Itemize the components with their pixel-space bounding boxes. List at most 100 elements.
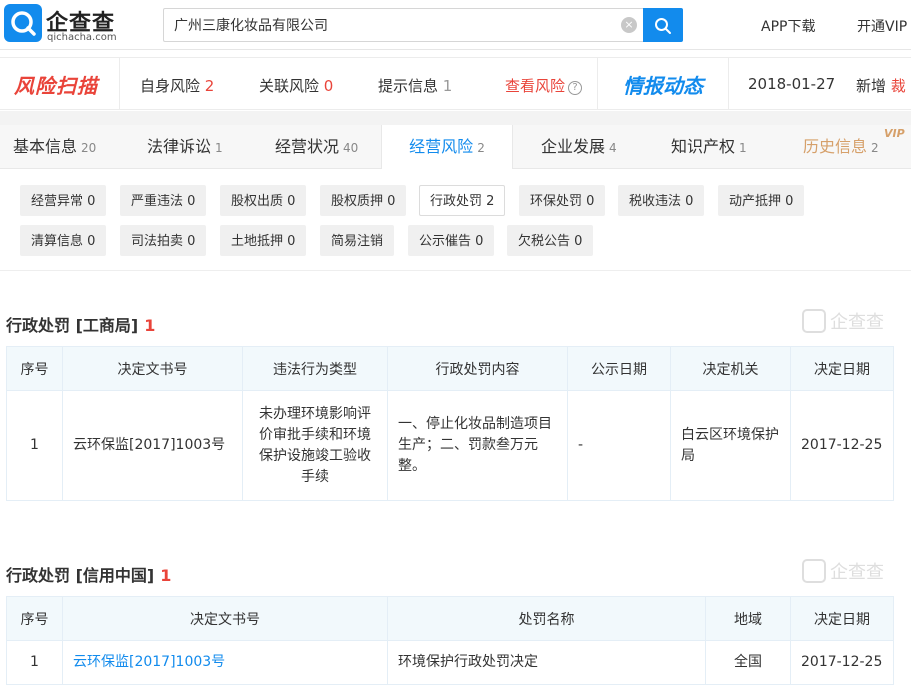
tab-count: 20 (81, 141, 97, 155)
tab-development[interactable]: 企业发展 4 (541, 125, 617, 169)
logo-domain: qichacha.com (47, 32, 117, 43)
column-header: 序号 (6, 596, 63, 641)
tab-label: 法律诉讼 (147, 137, 212, 156)
hint-info-link[interactable]: 提示信息 1 (378, 75, 452, 96)
filter-chip[interactable]: 清算信息 0 (20, 225, 107, 256)
watermark-text: 企查查 (830, 312, 884, 333)
app-download-link[interactable]: APP下载 (761, 16, 815, 36)
intel-new-item[interactable]: 新增 裁 (856, 75, 906, 96)
filter-chip[interactable]: 简易注销 (320, 225, 395, 256)
column-header: 地域 (705, 596, 791, 641)
vip-badge: VIP (884, 127, 905, 140)
filter-chip[interactable]: 环保处罚 0 (519, 185, 606, 216)
intel-dynamics-logo: 情报动态 (623, 74, 703, 98)
related-risk-label: 关联风险 (259, 77, 320, 95)
hint-info-count: 1 (442, 77, 453, 95)
check-risk-label: 查看风险 (505, 77, 566, 95)
penalty-name: 环境保护行政处罚决定 (387, 640, 706, 685)
filter-chip[interactable]: 股权质押 0 (320, 185, 407, 216)
filter-chip[interactable]: 司法拍卖 0 (120, 225, 207, 256)
watermark-text: 企查查 (830, 562, 884, 583)
tab-litigation[interactable]: 法律诉讼 1 (147, 125, 223, 169)
divider (728, 58, 729, 110)
watermark-icon (802, 559, 826, 583)
doc-number-link[interactable]: 云环保监[2017]1003号 (62, 640, 388, 685)
penalty-table-credit-china: 序号 决定文书号 处罚名称 地域 决定日期 1 云环保监[2017]1003号 … (6, 596, 894, 685)
filter-chip-active[interactable]: 行政处罚 2 (419, 185, 506, 216)
penalty-content: 一、停止化妆品制造项目生产；二、罚款叁万元整。 (387, 390, 568, 501)
doc-number: 云环保监[2017]1003号 (62, 390, 243, 501)
row-number: 1 (6, 390, 63, 501)
self-risk-count: 2 (204, 77, 215, 95)
section-count: 1 (144, 316, 156, 335)
check-risk-link[interactable]: 查看风险? (505, 75, 583, 96)
filter-chip[interactable]: 经营异常 0 (20, 185, 107, 216)
table-row: 1 云环保监[2017]1003号 环境保护行政处罚决定 全国 2017-12-… (6, 640, 894, 685)
section-title-text: 行政处罚 [工商局] (6, 316, 139, 335)
filter-chip[interactable]: 税收违法 0 (618, 185, 705, 216)
filter-chip[interactable]: 股权出质 0 (220, 185, 307, 216)
search-button[interactable] (643, 8, 683, 42)
tab-label: 经营状况 (275, 137, 340, 156)
risk-scan-logo: 风险扫描 (14, 74, 98, 98)
tab-history[interactable]: 历史信息 2 (803, 125, 879, 169)
publish-date: - (567, 390, 671, 501)
tab-label: 知识产权 (671, 137, 736, 156)
site-logo[interactable]: 企查查 qichacha.com (4, 4, 124, 44)
tab-ip[interactable]: 知识产权 1 (671, 125, 747, 169)
main-tabs: 基本信息 20 法律诉讼 1 经营状况 40 经营风险 2 企业发展 4 知识产权 1 历史… (0, 125, 911, 170)
section-title-aic: 行政处罚 [工商局] 1 (6, 312, 155, 336)
watermark-logo: 企查查 (802, 308, 892, 334)
column-header: 决定文书号 (62, 346, 243, 391)
column-header: 决定日期 (790, 596, 894, 641)
tab-label: 经营风险 (409, 137, 474, 156)
filter-chip[interactable]: 动产抵押 0 (718, 185, 805, 216)
table-row: 1 云环保监[2017]1003号 未办理环境影响评价审批手续和环境保护设施竣工… (6, 390, 894, 501)
logo-q-icon (4, 4, 42, 42)
risk-filters: 经营异常 0 严重违法 0 股权出质 0 股权质押 0 行政处罚 2 环保处罚 … (0, 169, 911, 271)
tab-basic-info[interactable]: 基本信息 20 (13, 125, 96, 169)
risk-scan-bar: 风险扫描 自身风险 2 关联风险 0 提示信息 1 查看风险? 情报动态 201… (0, 57, 911, 110)
intel-new-label: 新增 (856, 77, 887, 95)
clear-icon[interactable]: × (621, 17, 637, 33)
divider (119, 58, 120, 110)
tab-label: 基本信息 (13, 137, 78, 156)
related-risk-count: 0 (323, 77, 334, 95)
open-vip-link[interactable]: 开通VIP (857, 16, 907, 36)
column-header: 决定机关 (670, 346, 791, 391)
tab-business-risk[interactable]: 经营风险 2 (381, 125, 513, 170)
tab-label: 企业发展 (541, 137, 606, 156)
tab-business-status[interactable]: 经营状况 40 (275, 125, 358, 169)
column-header: 行政处罚内容 (387, 346, 568, 391)
column-header: 决定日期 (790, 346, 894, 391)
watermark-logo: 企查查 (802, 558, 892, 584)
intel-date: 2018-01-27 (748, 75, 836, 93)
watermark-icon (802, 309, 826, 333)
decision-authority: 白云区环境保护局 (670, 390, 791, 501)
search-input[interactable] (174, 9, 614, 41)
row-number: 1 (6, 640, 63, 685)
self-risk-link[interactable]: 自身风险 2 (140, 75, 214, 96)
filter-chip[interactable]: 公示催告 0 (408, 225, 495, 256)
divider (597, 58, 598, 110)
column-header: 公示日期 (567, 346, 671, 391)
region: 全国 (705, 640, 791, 685)
column-header: 违法行为类型 (242, 346, 388, 391)
filter-chip[interactable]: 严重违法 0 (120, 185, 207, 216)
violation-type: 未办理环境影响评价审批手续和环境保护设施竣工验收手续 (242, 390, 388, 501)
related-risk-link[interactable]: 关联风险 0 (259, 75, 333, 96)
tab-count: 1 (739, 141, 747, 155)
tab-count: 4 (609, 141, 617, 155)
search-box: × (163, 8, 643, 42)
top-header: 企查查 qichacha.com × APP下载 开通VIP (0, 0, 911, 50)
tab-count: 1 (215, 141, 223, 155)
table-header-row: 序号 决定文书号 处罚名称 地域 决定日期 (6, 596, 894, 641)
section-title-credit-china: 行政处罚 [信用中国] 1 (6, 562, 171, 586)
column-header: 序号 (6, 346, 63, 391)
help-icon[interactable]: ? (568, 81, 583, 95)
filter-chip[interactable]: 土地抵押 0 (220, 225, 307, 256)
filter-chip[interactable]: 欠税公告 0 (507, 225, 594, 256)
section-count: 1 (160, 566, 172, 585)
column-header: 处罚名称 (387, 596, 706, 641)
tab-count: 2 (871, 141, 879, 155)
